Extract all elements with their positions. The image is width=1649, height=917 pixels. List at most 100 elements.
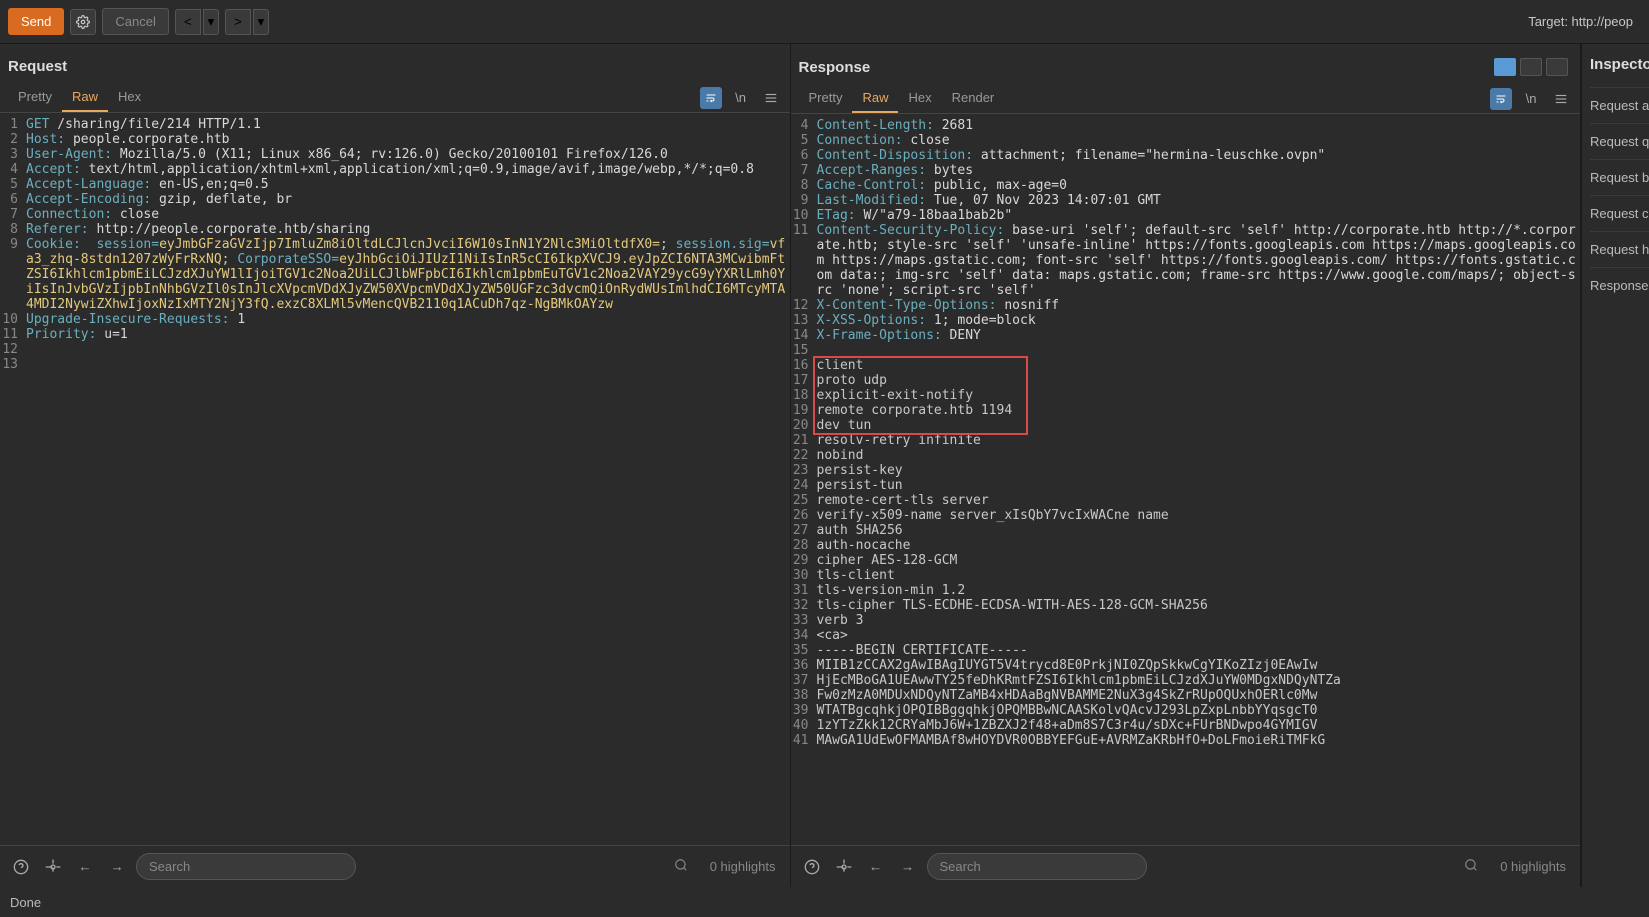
editor-line[interactable]: 4Accept: text/html,application/xhtml+xml… <box>0 162 790 177</box>
response-editor[interactable]: 4Content-Length: 26815Connection: close6… <box>791 114 1581 845</box>
tab-pretty[interactable]: Pretty <box>8 83 62 112</box>
editor-line[interactable]: 9Cookie: session=eyJmbGFzaGVzIjp7ImluZm8… <box>0 237 790 312</box>
editor-line[interactable]: 9Last-Modified: Tue, 07 Nov 2023 14:07:0… <box>791 193 1581 208</box>
editor-line[interactable]: 27auth SHA256 <box>791 523 1581 538</box>
editor-line[interactable]: 7Connection: close <box>0 207 790 222</box>
send-button[interactable]: Send <box>8 8 64 35</box>
editor-line[interactable]: 30tls-client <box>791 568 1581 583</box>
inspector-item[interactable]: Request cookies <box>1590 195 1649 231</box>
search-icon <box>674 858 688 875</box>
inspector-item[interactable]: Request attributes <box>1590 87 1649 123</box>
editor-line[interactable]: 13 <box>0 357 790 372</box>
settings-icon[interactable] <box>40 854 66 880</box>
editor-line[interactable]: 10Upgrade-Insecure-Requests: 1 <box>0 312 790 327</box>
search-prev-icon[interactable]: ← <box>72 854 98 880</box>
editor-line[interactable]: 32tls-cipher TLS-ECDHE-ECDSA-WITH-AES-12… <box>791 598 1581 613</box>
editor-line[interactable]: 41MAwGA1UdEwOFMAMBAf8wHOYDVR0OBBYEFGuE+A… <box>791 733 1581 748</box>
gear-icon[interactable] <box>70 9 96 35</box>
editor-line[interactable]: 12 <box>0 342 790 357</box>
editor-line[interactable]: 7Accept-Ranges: bytes <box>791 163 1581 178</box>
editor-line[interactable]: 4Content-Length: 2681 <box>791 118 1581 133</box>
inspector-item[interactable]: Request query <box>1590 123 1649 159</box>
history-back-dropdown[interactable]: ▾ <box>203 9 219 35</box>
editor-line[interactable]: 5Connection: close <box>791 133 1581 148</box>
editor-line[interactable]: 37HjEcMBoGA1UEAwwTY25feDhKRmtFZSI6Ikhlcm… <box>791 673 1581 688</box>
editor-line[interactable]: 22nobind <box>791 448 1581 463</box>
tab-hex[interactable]: Hex <box>108 83 151 112</box>
editor-line[interactable]: 14X-Frame-Options: DENY <box>791 328 1581 343</box>
inspector-item[interactable]: Request body <box>1590 159 1649 195</box>
request-tabs: Pretty Raw Hex \n <box>0 83 790 113</box>
layout-combined-icon[interactable] <box>1546 58 1568 76</box>
response-search-input[interactable] <box>927 853 1147 880</box>
menu-icon[interactable] <box>760 87 782 109</box>
editor-line[interactable]: 28auth-nocache <box>791 538 1581 553</box>
request-editor[interactable]: 1GET /sharing/file/214 HTTP/1.12Host: pe… <box>0 113 790 845</box>
editor-line[interactable]: 23persist-key <box>791 463 1581 478</box>
cancel-button[interactable]: Cancel <box>102 8 168 35</box>
newline-icon[interactable]: \n <box>730 87 752 109</box>
editor-line[interactable]: 31tls-version-min 1.2 <box>791 583 1581 598</box>
editor-line[interactable]: 38Fw0zMzA0MDUxNDQyNTZaMB4xHDAaBgNVBAMME2… <box>791 688 1581 703</box>
menu-icon-resp[interactable] <box>1550 88 1572 110</box>
editor-line[interactable]: 12X-Content-Type-Options: nosniff <box>791 298 1581 313</box>
editor-line[interactable]: 6Accept-Encoding: gzip, deflate, br <box>0 192 790 207</box>
editor-line[interactable]: 34<ca> <box>791 628 1581 643</box>
tab-render-resp[interactable]: Render <box>942 84 1005 113</box>
layout-toggles <box>1494 58 1568 76</box>
search-next-icon[interactable]: → <box>104 854 130 880</box>
history-forward-dropdown[interactable]: ▾ <box>253 9 269 35</box>
wrap-icon[interactable] <box>700 87 722 109</box>
editor-line[interactable]: 19remote corporate.htb 1194 <box>791 403 1581 418</box>
editor-line[interactable]: 8Referer: http://people.corporate.htb/sh… <box>0 222 790 237</box>
editor-line[interactable]: 6Content-Disposition: attachment; filena… <box>791 148 1581 163</box>
editor-line[interactable]: 26verify-x509-name server_xIsQbY7vcIxWAC… <box>791 508 1581 523</box>
search-icon-resp <box>1464 858 1478 875</box>
wrap-icon-resp[interactable] <box>1490 88 1512 110</box>
tab-hex-resp[interactable]: Hex <box>898 84 941 113</box>
editor-line[interactable]: 401zYTzZkk12CRYaMbJ6W+1ZBZXJ2f48+aDm8S7C… <box>791 718 1581 733</box>
editor-line[interactable]: 8Cache-Control: public, max-age=0 <box>791 178 1581 193</box>
editor-line[interactable]: 16client <box>791 358 1581 373</box>
editor-line[interactable]: 20dev tun <box>791 418 1581 433</box>
history-back-button[interactable]: < <box>175 9 201 35</box>
editor-line[interactable]: 33verb 3 <box>791 613 1581 628</box>
editor-line[interactable]: 15 <box>791 343 1581 358</box>
editor-line[interactable]: 11Priority: u=1 <box>0 327 790 342</box>
help-icon[interactable] <box>8 854 34 880</box>
search-prev-icon-resp[interactable]: ← <box>863 854 889 880</box>
request-search-input[interactable] <box>136 853 356 880</box>
history-forward-group: > ▾ <box>225 9 269 35</box>
editor-line[interactable]: 21resolv-retry infinite <box>791 433 1581 448</box>
newline-icon-resp[interactable]: \n <box>1520 88 1542 110</box>
request-title: Request <box>8 58 67 75</box>
tab-raw[interactable]: Raw <box>62 83 108 112</box>
editor-line[interactable]: 35-----BEGIN CERTIFICATE----- <box>791 643 1581 658</box>
editor-line[interactable]: 36MIIB1zCCAX2gAwIBAgIUYGT5V4trycd8E0Prkj… <box>791 658 1581 673</box>
editor-line[interactable]: 2Host: people.corporate.htb <box>0 132 790 147</box>
editor-line[interactable]: 11Content-Security-Policy: base-uri 'sel… <box>791 223 1581 298</box>
editor-line[interactable]: 3User-Agent: Mozilla/5.0 (X11; Linux x86… <box>0 147 790 162</box>
inspector-item[interactable]: Request headers <box>1590 231 1649 267</box>
editor-line[interactable]: 5Accept-Language: en-US,en;q=0.5 <box>0 177 790 192</box>
tab-pretty-resp[interactable]: Pretty <box>799 84 853 113</box>
editor-line[interactable]: 1GET /sharing/file/214 HTTP/1.1 <box>0 117 790 132</box>
editor-line[interactable]: 10ETag: W/"a79-18baa1bab2b" <box>791 208 1581 223</box>
tab-raw-resp[interactable]: Raw <box>852 84 898 113</box>
layout-columns-icon[interactable] <box>1494 58 1516 76</box>
history-forward-button[interactable]: > <box>225 9 251 35</box>
help-icon-resp[interactable] <box>799 854 825 880</box>
editor-line[interactable]: 13X-XSS-Options: 1; mode=block <box>791 313 1581 328</box>
editor-line[interactable]: 17proto udp <box>791 373 1581 388</box>
editor-line[interactable]: 29cipher AES-128-GCM <box>791 553 1581 568</box>
search-next-icon-resp[interactable]: → <box>895 854 921 880</box>
editor-line[interactable]: 24persist-tun <box>791 478 1581 493</box>
editor-line[interactable]: 18explicit-exit-notify <box>791 388 1581 403</box>
layout-rows-icon[interactable] <box>1520 58 1542 76</box>
editor-line[interactable]: 39WTATBgcqhkjOPQIBBggqhkjOPQMBBwNCAASKol… <box>791 703 1581 718</box>
inspector-item[interactable]: Response headers <box>1590 267 1649 303</box>
editor-line[interactable]: 25remote-cert-tls server <box>791 493 1581 508</box>
inspector-panel: Inspector Request attributesRequest quer… <box>1581 44 1649 887</box>
settings-icon-resp[interactable] <box>831 854 857 880</box>
response-pane: Response Pretty Raw Hex Render \n 4C <box>791 44 1582 887</box>
